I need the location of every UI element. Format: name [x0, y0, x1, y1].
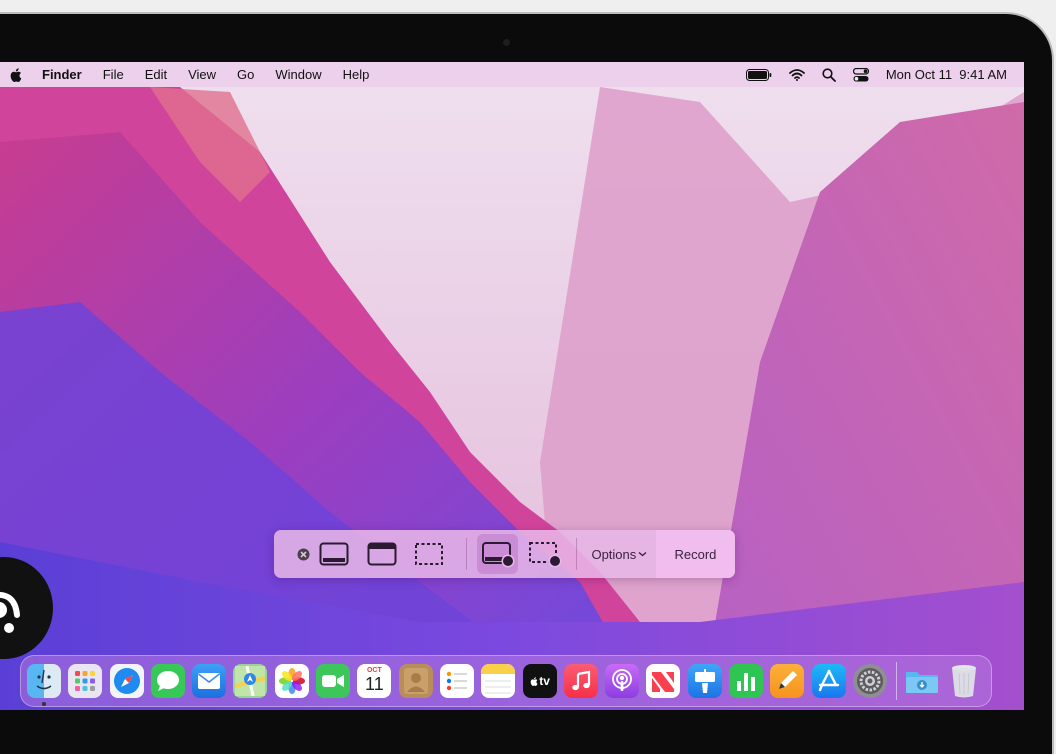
apple-tv-label: tv	[539, 674, 550, 688]
record-screen-icon	[481, 542, 515, 568]
capture-selection-button[interactable]	[406, 530, 451, 578]
numbers-chart-icon	[737, 673, 756, 691]
news-icon	[652, 672, 675, 692]
messages-bubble-icon	[156, 671, 179, 691]
toolbar-divider	[465, 538, 467, 570]
reminders-list-icon	[446, 671, 467, 691]
record-label: Record	[674, 546, 717, 562]
menu-bar: Finder File Edit View Go Window Help Mon…	[0, 62, 1024, 87]
dock-maps[interactable]	[233, 664, 268, 698]
wifi-icon[interactable]	[788, 68, 805, 81]
menu-edit[interactable]: Edit	[145, 67, 167, 82]
dock-finder[interactable]	[27, 664, 61, 706]
wallpaper	[0, 62, 1024, 710]
menu-file[interactable]: File	[103, 67, 124, 82]
apple-logo-icon[interactable]	[8, 67, 22, 83]
dock-music[interactable]	[563, 664, 598, 698]
maps-icon	[235, 666, 266, 696]
chevron-down-icon	[638, 551, 647, 557]
dock-system-preferences[interactable]	[852, 664, 887, 698]
dock-apple-tv[interactable]: tv	[522, 664, 557, 698]
record-selection-button[interactable]	[518, 530, 571, 578]
options-label: Options	[591, 546, 637, 562]
gear-icon	[856, 668, 883, 694]
keynote-podium-icon	[694, 669, 715, 693]
close-toolbar-button[interactable]	[274, 530, 312, 578]
menu-window[interactable]: Window	[275, 67, 321, 82]
photos-flower-icon	[278, 668, 305, 694]
dock-contacts[interactable]	[398, 664, 433, 698]
window-icon	[367, 542, 397, 566]
desktop-screen: Finder File Edit View Go Window Help Mon…	[0, 62, 1024, 710]
app-store-icon	[818, 669, 839, 692]
dock-launchpad[interactable]	[68, 664, 103, 698]
dock-messages[interactable]	[150, 664, 185, 698]
dock-podcasts[interactable]	[605, 664, 640, 698]
dock-app-store[interactable]	[811, 664, 846, 698]
dock-divider	[896, 662, 898, 700]
dock-news[interactable]	[646, 664, 681, 698]
menu-app-name[interactable]: Finder	[42, 67, 82, 82]
contacts-person-icon	[403, 668, 428, 694]
pages-pen-icon	[779, 671, 798, 689]
close-icon	[297, 548, 310, 560]
camera-icon	[503, 39, 510, 46]
trash-icon	[951, 665, 976, 698]
dock-downloads-folder[interactable]	[905, 664, 939, 698]
menu-go[interactable]: Go	[237, 67, 254, 82]
dock-numbers[interactable]	[729, 664, 764, 698]
menu-clock[interactable]: Mon Oct 11 9:41 AM	[886, 67, 1007, 82]
dock-mail[interactable]	[192, 664, 227, 698]
dock-photos[interactable]	[274, 664, 309, 698]
menu-view[interactable]: View	[188, 67, 216, 82]
screenshot-toolbar: Options Record	[274, 530, 735, 578]
downloads-folder-icon	[906, 672, 939, 693]
dock-facetime[interactable]	[316, 664, 351, 698]
dock-trash[interactable]	[947, 664, 981, 698]
facetime-camera-icon	[322, 675, 345, 687]
options-button[interactable]: Options	[583, 530, 656, 578]
dock-safari[interactable]	[109, 664, 144, 698]
partial-overlay-circle	[0, 557, 53, 659]
mail-envelope-icon	[198, 673, 221, 689]
capture-entire-screen-button[interactable]	[312, 530, 357, 578]
apple-tv-logo-icon	[530, 676, 538, 686]
safari-compass-icon	[113, 668, 140, 694]
control-center-icon[interactable]	[852, 67, 869, 82]
finder-face-icon	[36, 669, 52, 690]
dock-pages[interactable]	[770, 664, 805, 698]
partial-rotate-icon	[0, 591, 20, 633]
toolbar-divider	[575, 538, 577, 570]
entire-screen-icon	[319, 542, 349, 566]
podcasts-icon	[612, 669, 633, 691]
menu-help[interactable]: Help	[343, 67, 370, 82]
music-note-icon	[572, 670, 590, 691]
dock-calendar[interactable]: OCT 11	[357, 664, 392, 698]
notes-icon	[481, 664, 516, 694]
dock: OCT 11 tv	[20, 655, 992, 707]
calendar-day: 11	[365, 674, 384, 694]
record-button[interactable]: Record	[655, 530, 735, 578]
dock-keynote[interactable]	[687, 664, 722, 698]
spotlight-search-icon[interactable]	[822, 67, 836, 82]
record-entire-screen-button[interactable]	[476, 534, 519, 574]
record-selection-icon	[529, 542, 562, 568]
selection-icon	[415, 543, 444, 565]
battery-icon[interactable]	[745, 68, 772, 81]
capture-window-button[interactable]	[357, 530, 406, 578]
dock-reminders[interactable]	[439, 664, 474, 698]
dock-notes[interactable]	[481, 664, 516, 698]
launchpad-icon	[75, 671, 96, 691]
running-indicator	[42, 702, 46, 706]
